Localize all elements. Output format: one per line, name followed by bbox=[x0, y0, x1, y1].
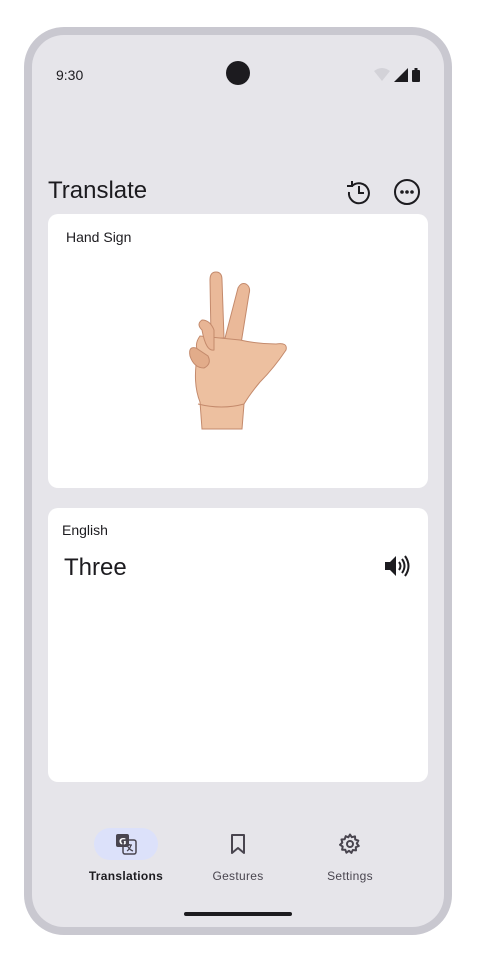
more-horizontal-icon bbox=[394, 179, 420, 205]
bookmark-icon bbox=[231, 834, 245, 854]
nav-item-gestures[interactable]: Gestures bbox=[188, 828, 288, 888]
more-button[interactable] bbox=[392, 177, 422, 207]
translation-card: English Three bbox=[48, 508, 428, 782]
hand-sign-image bbox=[189, 271, 287, 430]
history-icon bbox=[347, 181, 370, 205]
speaker-icon[interactable] bbox=[384, 554, 410, 578]
screen: 9:30 Translate Hand Sign English Three G… bbox=[32, 35, 444, 927]
nav-item-translations[interactable]: G Translations bbox=[76, 828, 176, 888]
bottom-navigation: G Translations Gestures Settings bbox=[32, 828, 444, 888]
signal-icon bbox=[394, 68, 408, 82]
nav-pill-settings bbox=[318, 828, 382, 860]
gear-icon bbox=[339, 833, 360, 854]
nav-pill-gestures bbox=[206, 828, 270, 860]
page-title: Translate bbox=[48, 177, 148, 204]
battery-icon bbox=[412, 68, 420, 82]
device-frame: 9:30 Translate Hand Sign English Three G… bbox=[24, 27, 452, 935]
translation-text: Three bbox=[64, 554, 127, 581]
wifi-icon bbox=[374, 68, 390, 81]
nav-label-settings: Settings bbox=[327, 869, 373, 883]
front-camera bbox=[226, 61, 250, 85]
nav-active-indicator: G bbox=[94, 828, 158, 860]
history-button[interactable] bbox=[344, 177, 374, 207]
nav-label-translations: Translations bbox=[88, 869, 164, 883]
translate-icon: G bbox=[116, 834, 137, 855]
nav-item-settings[interactable]: Settings bbox=[300, 828, 400, 888]
home-indicator[interactable] bbox=[184, 912, 292, 916]
status-icons bbox=[374, 68, 420, 82]
hand-sign-label: Hand Sign bbox=[66, 229, 132, 245]
nav-label-gestures: Gestures bbox=[212, 869, 264, 883]
language-label: English bbox=[62, 522, 108, 538]
status-time: 9:30 bbox=[56, 67, 84, 83]
hand-sign-card: Hand Sign bbox=[48, 214, 428, 488]
